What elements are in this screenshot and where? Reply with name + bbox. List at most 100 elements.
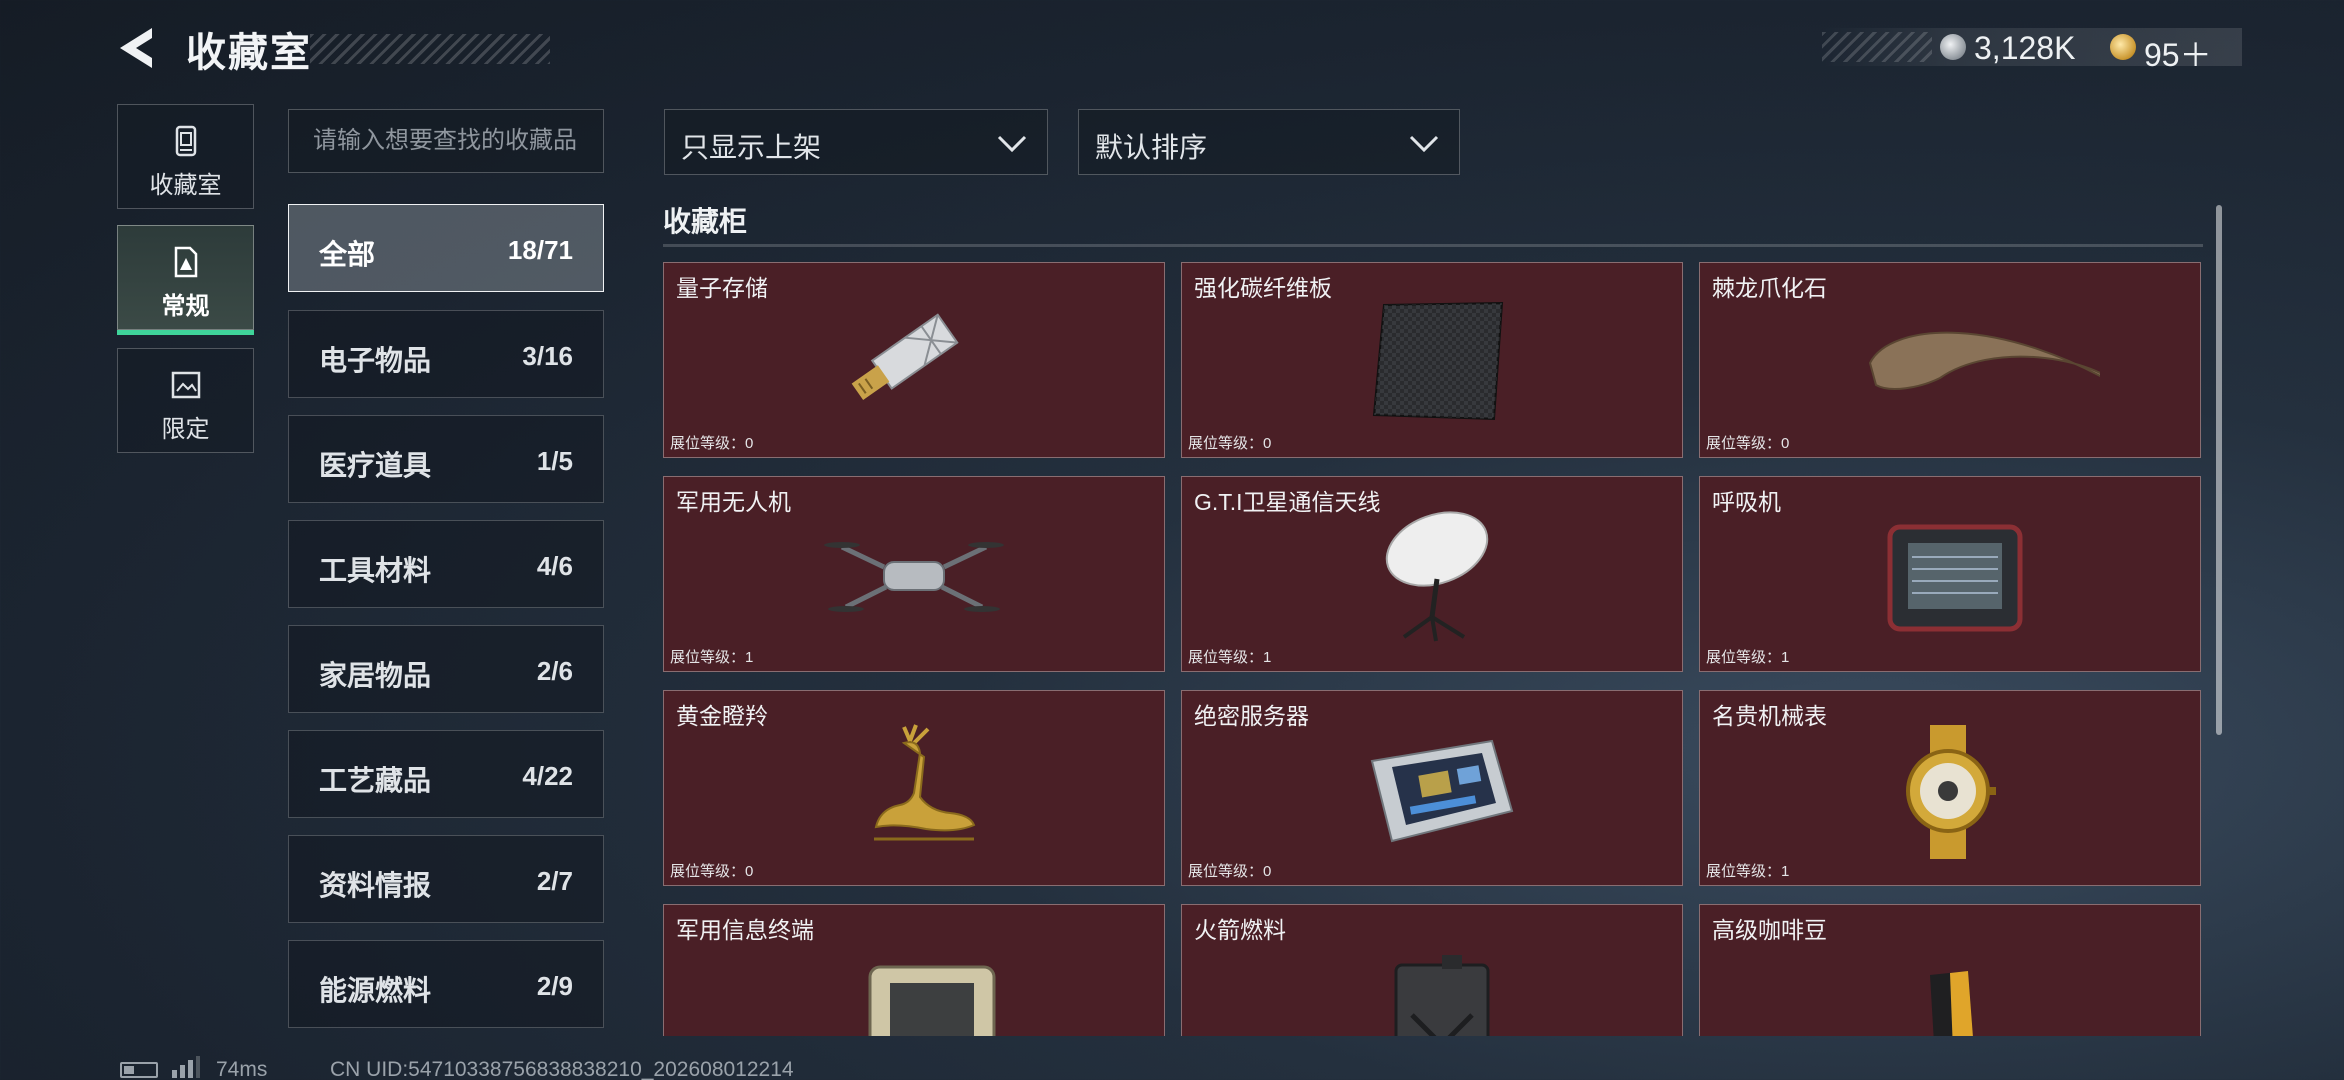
showcase-level: 展位等级：0 — [1188, 863, 1272, 880]
header: 收藏室 3,128K 95＋ — [0, 0, 2344, 100]
category-crafts[interactable]: 工艺藏品 4/22 — [288, 730, 604, 818]
collection-room-icon — [175, 125, 196, 157]
collection-card[interactable]: 量子存储 展位等级：0 — [663, 262, 1165, 458]
category-name: 工具材料 — [319, 555, 432, 586]
item-name: 绝密服务器 — [1194, 703, 1309, 729]
rail-tab-limited[interactable]: 限定 — [117, 348, 254, 453]
regular-icon — [174, 246, 197, 278]
category-all[interactable]: 全部 18/71 — [288, 204, 604, 292]
category-count: 18/71 — [507, 235, 573, 265]
rail-tab-regular[interactable]: 常规 — [117, 225, 254, 335]
currency-bar: 3,128K 95＋ — [1822, 28, 2242, 73]
limited-icon — [171, 371, 200, 399]
collection-card[interactable]: 高级咖啡豆 — [1699, 904, 2201, 1036]
ventilator-icon — [1887, 524, 2023, 632]
collection-card[interactable]: 强化碳纤维板 展位等级：0 — [1181, 262, 1683, 458]
satellite-dish-icon — [1385, 511, 1489, 642]
item-name: 呼吸机 — [1712, 489, 1781, 515]
chevron-down-icon — [1409, 135, 1439, 153]
silver-currency-value: 3,128K — [1974, 30, 2076, 66]
category-count: 3/16 — [522, 341, 573, 371]
showcase-level: 展位等级：1 — [1706, 863, 1790, 880]
category-count: 2/7 — [536, 866, 573, 896]
category-fuel[interactable]: 能源燃料 2/9 — [288, 940, 604, 1028]
showcase-level: 展位等级：1 — [1706, 649, 1790, 666]
watch-icon — [1906, 725, 1996, 859]
showcase-level: 展位等级：0 — [1706, 435, 1790, 452]
back-arrow-icon[interactable] — [112, 22, 164, 74]
rail-tab-label: 常规 — [161, 293, 210, 320]
category-count: 4/6 — [536, 551, 573, 581]
sort-dropdown[interactable]: 默认排序 — [1078, 109, 1460, 175]
item-name: 名贵机械表 — [1712, 703, 1827, 729]
silver-coin-icon — [1940, 34, 1966, 60]
collection-card[interactable]: G.T.I卫星通信天线 展位等级：1 — [1181, 476, 1683, 672]
terminal-icon — [868, 965, 996, 1036]
rail-tab-label: 限定 — [161, 416, 210, 443]
item-name: 黄金瞪羚 — [676, 703, 768, 729]
category-name: 资料情报 — [319, 870, 432, 901]
showcase-level: 展位等级：1 — [1188, 649, 1272, 666]
category-count: 4/22 — [522, 761, 573, 791]
category-count: 2/9 — [536, 971, 573, 1001]
status-footer: 74ms CN UID:54710338756838838210_2026080… — [0, 1044, 2344, 1080]
item-name: 军用信息终端 — [676, 917, 814, 943]
item-name: 军用无人机 — [676, 489, 791, 515]
collection-card[interactable]: 军用无人机 展位等级：1 — [663, 476, 1165, 672]
title-decoration — [310, 34, 550, 64]
category-name: 医疗道具 — [319, 450, 432, 481]
category-household[interactable]: 家居物品 2/6 — [288, 625, 604, 713]
rail-tab-label: 收藏室 — [149, 172, 222, 199]
category-medical[interactable]: 医疗道具 1/5 — [288, 415, 604, 503]
category-name: 电子物品 — [319, 345, 432, 376]
page-title: 收藏室 — [186, 31, 312, 75]
showcase-level: 展位等级：1 — [670, 649, 754, 666]
collection-grid: 量子存储 展位等级：0 强化碳纤维板 展位等级：0 棘龙爪化石 展位等级：0 军… — [663, 262, 2203, 1036]
rail-tab-collection-room[interactable]: 收藏室 — [117, 104, 254, 209]
search-input[interactable] — [288, 109, 604, 173]
user-uid: CN UID:54710338756838838210_202608012214 — [330, 1058, 794, 1080]
category-tools[interactable]: 工具材料 4/6 — [288, 520, 604, 608]
category-name: 全部 — [319, 239, 376, 270]
claw-fossil-icon — [1868, 331, 2100, 390]
display-filter-label: 只显示上架 — [681, 132, 822, 163]
collection-card[interactable]: 黄金瞪羚 展位等级：0 — [663, 690, 1165, 886]
category-intel[interactable]: 资料情报 2/7 — [288, 835, 604, 923]
signal-icon — [172, 1056, 200, 1078]
category-count: 1/5 — [536, 446, 573, 476]
sort-label: 默认排序 — [1095, 132, 1208, 163]
currency-decoration — [1822, 32, 1932, 62]
item-name: 高级咖啡豆 — [1712, 917, 1827, 943]
gold-currency-value: 95＋ — [2144, 37, 2212, 73]
category-name: 工艺藏品 — [319, 765, 432, 796]
showcase-level: 展位等级：0 — [670, 863, 754, 880]
section-divider — [663, 244, 2203, 247]
collection-card[interactable]: 棘龙爪化石 展位等级：0 — [1699, 262, 2201, 458]
chevron-down-icon — [997, 135, 1027, 153]
item-name: 强化碳纤维板 — [1194, 275, 1332, 301]
item-name: 量子存储 — [676, 275, 768, 301]
showcase-level: 展位等级：0 — [670, 435, 754, 452]
carbon-plate-icon — [1372, 301, 1504, 421]
section-title: 收藏柜 — [663, 206, 748, 237]
fuel-can-icon — [1394, 955, 1490, 1036]
showcase-level: 展位等级：0 — [1188, 435, 1272, 452]
collection-card[interactable]: 火箭燃料 — [1181, 904, 1683, 1036]
category-name: 能源燃料 — [319, 975, 432, 1006]
usb-drive-icon — [851, 313, 959, 400]
golden-gazelle-icon — [874, 724, 976, 841]
item-name: 火箭燃料 — [1194, 917, 1286, 943]
category-electronics[interactable]: 电子物品 3/16 — [288, 310, 604, 398]
gold-coin-icon — [2110, 34, 2136, 60]
category-count: 2/6 — [536, 656, 573, 686]
collection-card[interactable]: 绝密服务器 展位等级：0 — [1181, 690, 1683, 886]
server-icon — [1370, 739, 1514, 843]
ping-value: 74ms — [216, 1058, 268, 1080]
category-name: 家居物品 — [319, 660, 432, 691]
collection-card[interactable]: 军用信息终端 — [663, 904, 1165, 1036]
drone-icon — [824, 542, 1004, 612]
collection-card[interactable]: 呼吸机 展位等级：1 — [1699, 476, 2201, 672]
collection-card[interactable]: 名贵机械表 展位等级：1 — [1699, 690, 2201, 886]
display-filter-dropdown[interactable]: 只显示上架 — [664, 109, 1048, 175]
scrollbar[interactable] — [2216, 205, 2222, 735]
